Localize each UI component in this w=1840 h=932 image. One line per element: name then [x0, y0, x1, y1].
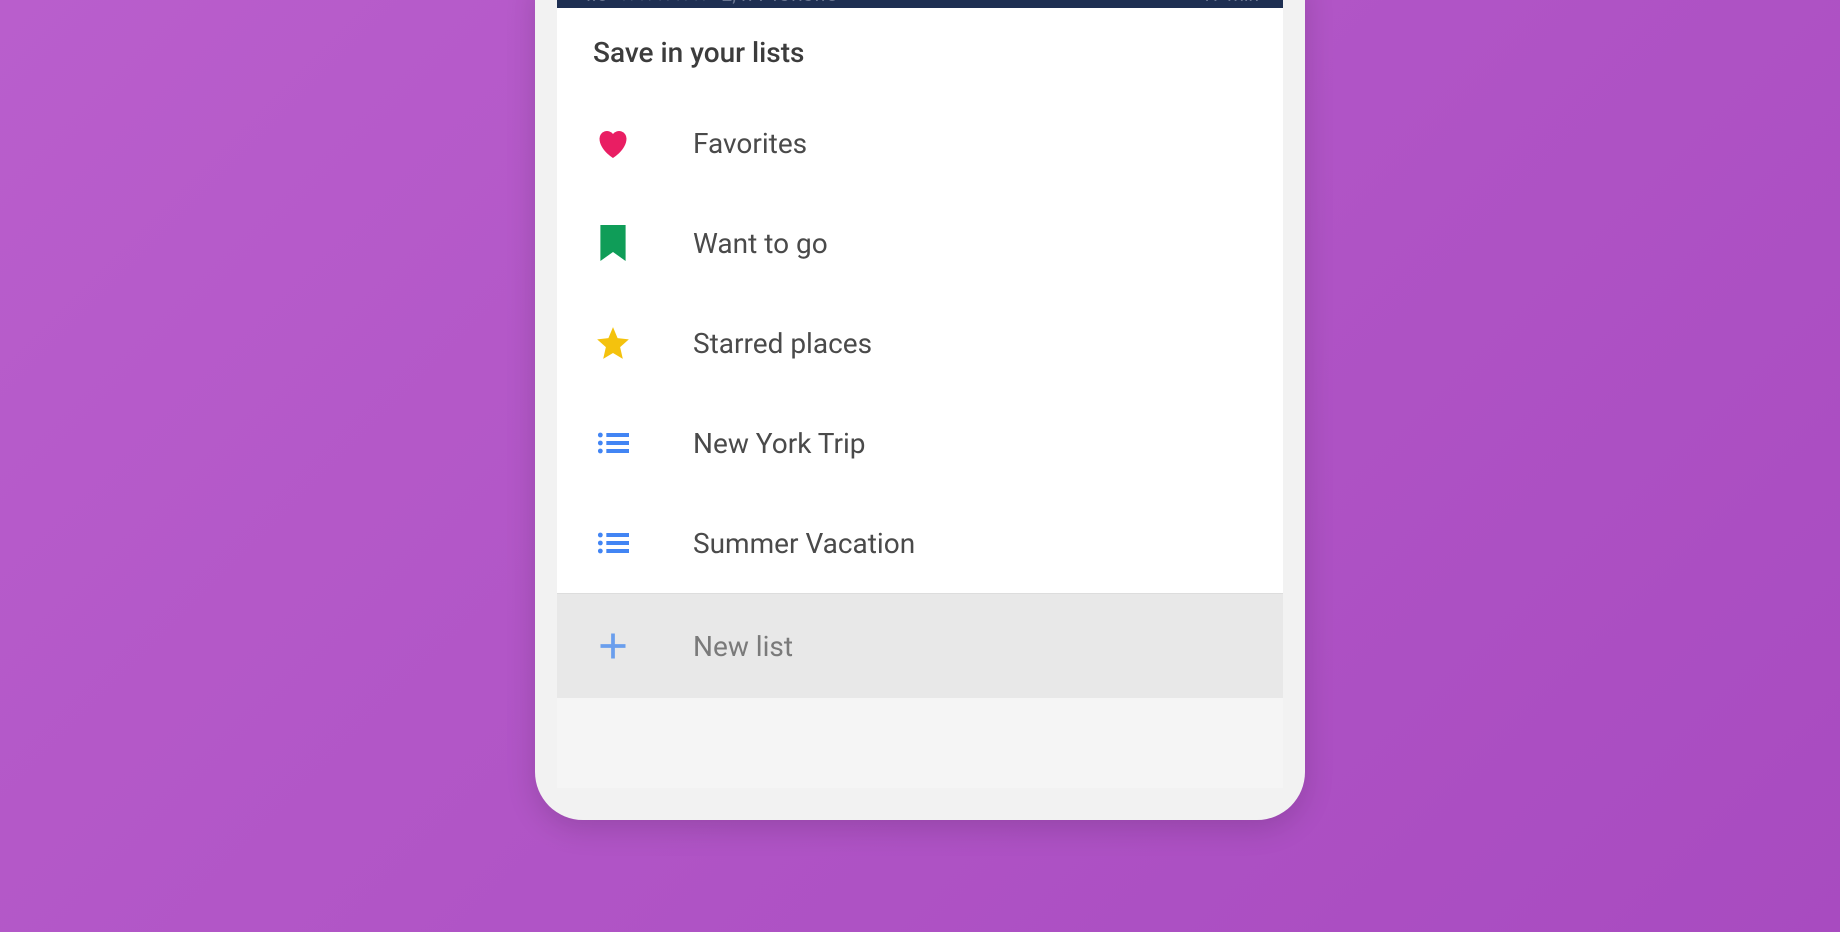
place-info-header: 4.6 ★★★★★ 2,477 reviews 17 min [557, 0, 1283, 8]
rating-stars-icon: ★★★★★ [619, 0, 709, 6]
list-label: Want to go [693, 227, 828, 260]
star-icon [593, 323, 633, 363]
sheet-title: Save in your lists [557, 36, 1283, 93]
list-item-want-to-go[interactable]: Want to go [557, 193, 1283, 293]
reviews-count: 2,477 reviews [722, 0, 837, 6]
list-label: Starred places [693, 327, 872, 360]
new-list-label: New list [693, 630, 793, 663]
bottom-area [557, 698, 1283, 788]
list-icon [593, 423, 633, 463]
list-item-starred-places[interactable]: Starred places [557, 293, 1283, 393]
phone-frame: 4.6 ★★★★★ 2,477 reviews 17 min Save in y… [535, 0, 1305, 820]
list-item-summer-vacation[interactable]: Summer Vacation [557, 493, 1283, 593]
travel-time: 17 min [1201, 0, 1259, 6]
heart-icon [593, 123, 633, 163]
new-list-button[interactable]: New list [557, 593, 1283, 698]
list-item-favorites[interactable]: Favorites [557, 93, 1283, 193]
phone-screen: 4.6 ★★★★★ 2,477 reviews 17 min Save in y… [557, 0, 1283, 788]
list-icon [593, 523, 633, 563]
header-left: 4.6 ★★★★★ 2,477 reviews [581, 0, 837, 6]
save-lists-sheet: Save in your lists Favorites Want to go [557, 8, 1283, 698]
list-label: Summer Vacation [693, 527, 915, 560]
list-label: Favorites [693, 127, 807, 160]
list-label: New York Trip [693, 427, 865, 460]
plus-icon [593, 626, 633, 666]
bookmark-icon [593, 223, 633, 263]
list-item-new-york-trip[interactable]: New York Trip [557, 393, 1283, 493]
rating-value: 4.6 [581, 0, 607, 6]
